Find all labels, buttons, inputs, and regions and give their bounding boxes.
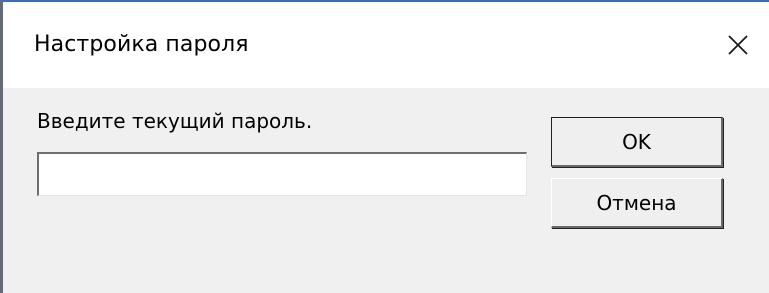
close-icon [727,34,749,56]
password-prompt-label: Введите текущий пароль. [37,109,313,133]
cancel-button[interactable]: Отмена [551,178,723,228]
title-bar[interactable]: Настройка пароля [3,2,769,88]
window-title: Настройка пароля [34,32,249,57]
close-button[interactable] [709,14,767,76]
current-password-field[interactable] [37,152,527,196]
password-settings-dialog: Настройка пароля Введите текущий пароль.… [0,0,769,293]
ok-button[interactable]: OK [551,117,723,167]
